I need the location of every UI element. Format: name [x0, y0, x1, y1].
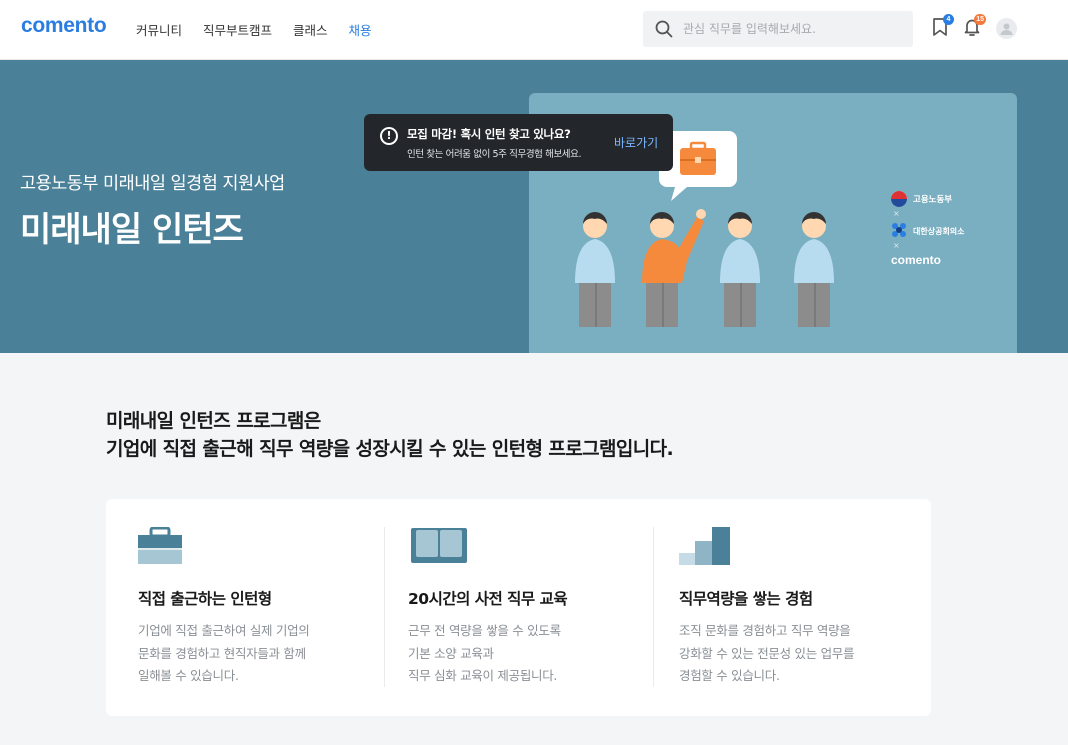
feature-title: 20시간의 사전 직무 교육	[408, 590, 568, 608]
program-intro: 미래내일 인턴즈 프로그램은 기업에 직접 출근해 직무 역량을 성장시킬 수 …	[106, 407, 946, 463]
nav-recruit[interactable]: 채용	[349, 20, 372, 39]
feature-divider	[384, 527, 385, 687]
feature-desc-line: 조직 문화를 경험하고 직무 역량을	[679, 623, 851, 638]
feature-desc-line: 기업에 직접 출근하여 실제 기업의	[138, 623, 310, 638]
search-icon	[655, 20, 673, 38]
nav-bootcamp[interactable]: 직무부트캠프	[203, 20, 272, 39]
search-input[interactable]	[683, 22, 893, 36]
intro-line-2: 기업에 직접 출근해 직무 역량을 성장시킬 수 있는 인턴형 프로그램입니다.	[106, 438, 674, 460]
avatar[interactable]	[996, 18, 1017, 39]
feature-desc-line: 근무 전 역량을 쌓을 수 있도록	[408, 623, 561, 638]
alert-icon: !	[380, 127, 398, 145]
feature-experience: 직무역량을 쌓는 경험 조직 문화를 경험하고 직무 역량을 강화할 수 있는 …	[679, 499, 919, 716]
intro-line-1: 미래내일 인턴즈 프로그램은	[106, 410, 321, 432]
top-header: comento 커뮤니티 직무부트캠프 클래스 채용 4 15	[0, 0, 1068, 60]
bookmark-button[interactable]: 4	[931, 14, 954, 41]
feature-description: 기업에 직접 출근하여 실제 기업의 문화를 경험하고 현직자들과 함께 일해볼…	[138, 620, 310, 688]
feature-desc-line: 강화할 수 있는 전문성 있는 업무를	[679, 645, 855, 661]
comento-logo[interactable]: comento	[21, 14, 107, 38]
feature-desc-line: 기본 소양 교육과	[408, 645, 494, 661]
feature-divider	[653, 527, 654, 687]
feature-education: 20시간의 사전 직무 교육 근무 전 역량을 쌓을 수 있도록 기본 소양 교…	[408, 499, 648, 716]
search-bar[interactable]	[643, 11, 913, 47]
feature-title: 직무역량을 쌓는 경험	[679, 590, 813, 608]
tooltip-headline: 모집 마감! 혹시 인턴 찾고 있나요?	[407, 127, 571, 141]
tooltip-detail: 인턴 찾는 어려움 없이 5주 직무경험 해보세요.	[407, 149, 582, 160]
feature-description: 조직 문화를 경험하고 직무 역량을 강화할 수 있는 전문성 있는 업무를 경…	[679, 620, 854, 688]
tooltip-go-link[interactable]: 바로가기	[614, 134, 658, 151]
feature-internship: 직접 출근하는 인턴형 기업에 직접 출근하여 실제 기업의 문화를 경험하고 …	[138, 499, 378, 716]
partner-comento: comento	[891, 253, 942, 267]
partner-moel: 고용노동부	[913, 195, 953, 205]
partner-separator-2: ×	[893, 241, 900, 250]
hero-banner: 고용노동부 미래내일 일경험 지원사업 미래내일 인턴즈 고용노동부 × 대한상…	[0, 60, 1068, 353]
feature-description: 근무 전 역량을 쌓을 수 있도록 기본 소양 교육과 직무 심화 교육이 제공…	[408, 620, 561, 688]
growth-bars-icon	[679, 527, 730, 565]
feature-desc-line: 직무 심화 교육이 제공됩니다.	[408, 668, 558, 683]
notification-button[interactable]: 15	[963, 14, 986, 41]
user-icon	[1000, 23, 1013, 35]
bookmark-badge: 4	[943, 14, 954, 25]
briefcase-icon	[138, 527, 182, 564]
hero-subtitle: 고용노동부 미래내일 일경험 지원사업	[20, 174, 285, 194]
partner-kcci: 대한상공회의소	[913, 227, 965, 236]
book-icon	[411, 528, 467, 563]
feature-desc-line: 경험할 수 있습니다.	[679, 668, 780, 683]
nav-community[interactable]: 커뮤니티	[136, 20, 182, 39]
feature-title: 직접 출근하는 인턴형	[138, 590, 272, 608]
main-nav: 커뮤니티 직무부트캠프 클래스 채용	[136, 20, 393, 39]
feature-desc-line: 문화를 경험하고 현직자들과 함께	[138, 645, 306, 661]
hero-title: 미래내일 인턴즈	[20, 210, 244, 250]
notification-badge: 15	[974, 14, 986, 25]
nav-class[interactable]: 클래스	[293, 20, 328, 39]
recruit-closed-tooltip: ! 모집 마감! 혹시 인턴 찾고 있나요? 인턴 찾는 어려움 없이 5주 직…	[364, 114, 673, 171]
feature-desc-line: 일해볼 수 있습니다.	[138, 668, 239, 683]
partner-separator-1: ×	[893, 209, 900, 218]
features-card: 직접 출근하는 인턴형 기업에 직접 출근하여 실제 기업의 문화를 경험하고 …	[106, 499, 931, 716]
